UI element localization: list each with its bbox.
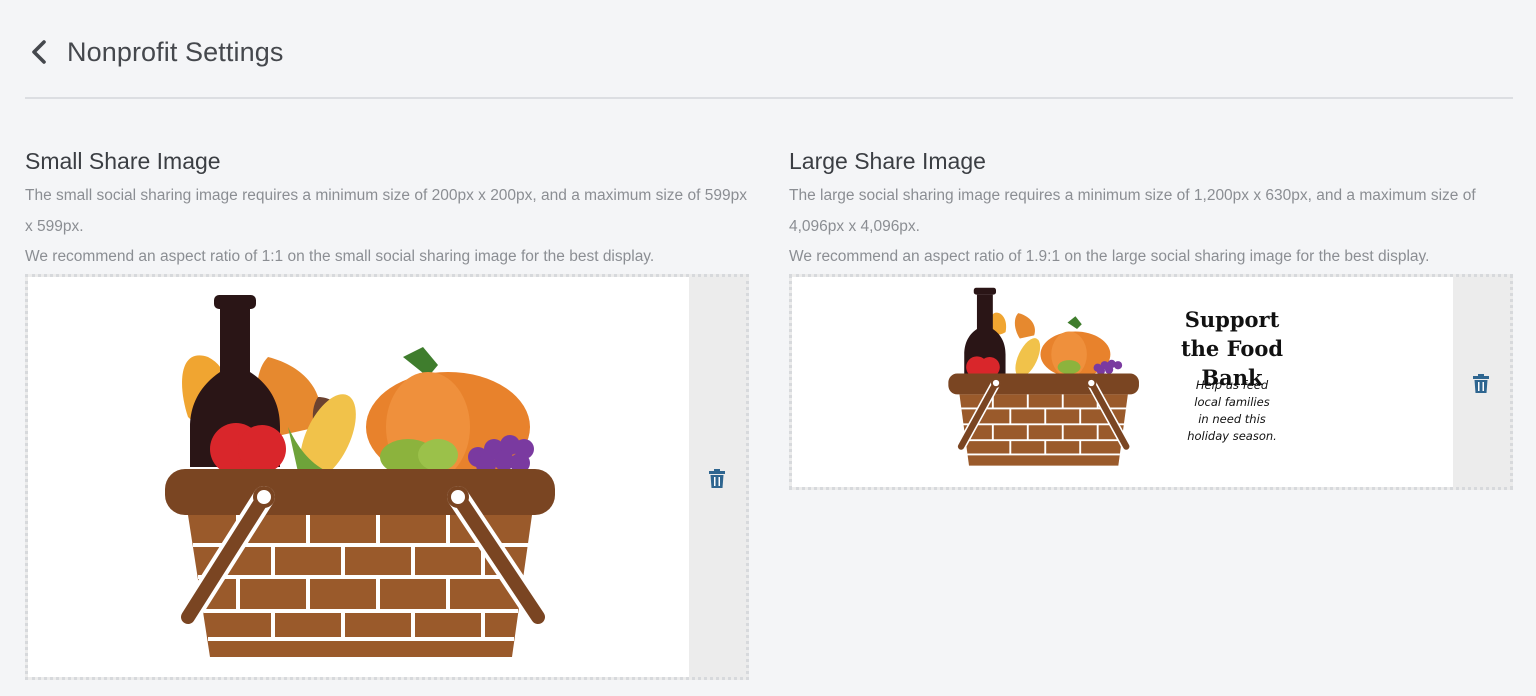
large-share-delete-button[interactable] bbox=[1471, 372, 1491, 394]
small-share-requirements: The small social sharing image requires … bbox=[25, 187, 747, 235]
promo-subtitle: Help us feed local families in need this… bbox=[1152, 377, 1312, 445]
small-share-image-dropzone[interactable] bbox=[25, 274, 749, 680]
food-basket-illustration bbox=[165, 295, 555, 657]
promo-subtitle-line: holiday season. bbox=[1187, 429, 1277, 443]
trash-icon bbox=[709, 468, 725, 488]
small-share-image-preview bbox=[28, 277, 689, 677]
promo-subtitle-line: Help us feed bbox=[1195, 378, 1269, 392]
back-button[interactable] bbox=[25, 38, 53, 66]
page-title: Nonprofit Settings bbox=[67, 36, 284, 67]
large-share-image-preview: Support the Food Bank Help us feed local… bbox=[792, 277, 1453, 487]
large-share-title: Large Share Image bbox=[789, 148, 986, 174]
trash-icon bbox=[1473, 373, 1489, 393]
small-share-recommendation: We recommend an aspect ratio of 1:1 on t… bbox=[25, 248, 655, 265]
small-share-section: Small Share Image The small social shari… bbox=[25, 143, 749, 273]
large-share-requirements: The large social sharing image requires … bbox=[789, 187, 1476, 235]
food-basket-illustration bbox=[948, 287, 1139, 466]
chevron-left-icon bbox=[32, 40, 46, 64]
large-share-recommendation: We recommend an aspect ratio of 1.9:1 on… bbox=[789, 248, 1430, 265]
large-share-section: Large Share Image The large social shari… bbox=[789, 143, 1513, 273]
large-share-image-dropzone[interactable]: Support the Food Bank Help us feed local… bbox=[789, 274, 1513, 490]
page-header: Nonprofit Settings bbox=[25, 28, 283, 76]
promo-subtitle-line: in need this bbox=[1198, 412, 1266, 426]
large-share-description: The large social sharing image requires … bbox=[789, 181, 1513, 273]
header-divider bbox=[25, 97, 1513, 99]
small-share-delete-button[interactable] bbox=[707, 467, 727, 489]
small-share-title: Small Share Image bbox=[25, 148, 221, 174]
promo-subtitle-line: local families bbox=[1194, 395, 1270, 409]
small-share-description: The small social sharing image requires … bbox=[25, 181, 749, 273]
promo-title-line: Support bbox=[1184, 307, 1280, 332]
